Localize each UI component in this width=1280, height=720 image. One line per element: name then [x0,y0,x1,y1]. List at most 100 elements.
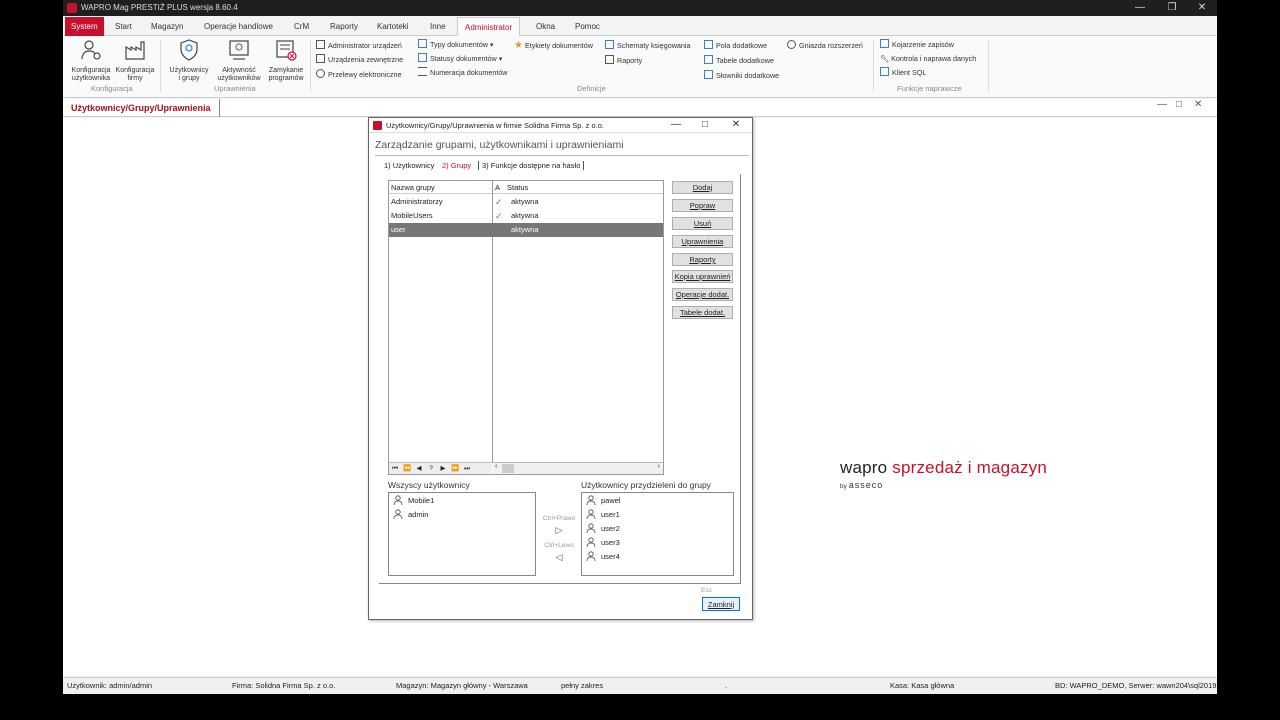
schematy-ksiegowania-button[interactable]: Schematy księgowania [605,40,691,52]
administrator-urzadzen-button[interactable]: Administrator urządzeń [316,40,402,52]
slowniki-dodatkowe-button[interactable]: Słowniki dodatkowe [704,70,779,82]
etykiety-dokumentow-button[interactable]: ★ Etykiety dokumentów [514,40,593,52]
przelewy-elektroniczne-button[interactable]: Przelewy elektroniczne [316,69,402,81]
last-record-icon[interactable]: ⏭ [461,463,473,474]
divider [375,155,749,156]
horizontal-scrollbar[interactable]: ‹ › [493,462,663,474]
numeracja-dokumentow-button[interactable]: Numeracja dokumentów [418,67,508,79]
tabele-dodat-button[interactable]: Tabele dodat. [672,306,733,319]
menu-operacje-handlowe[interactable]: Operacje handlowe [204,17,273,36]
doc-tab-uzytkownicy-grupy-uprawnienia[interactable]: Użytkownicy/Grupy/Uprawnienia [63,99,220,117]
dictionary-icon [704,70,713,79]
inner-restore-icon[interactable]: □ [1176,99,1182,110]
move-left-arrow-icon[interactable]: ◁ [539,552,579,563]
menu-administrator[interactable]: Administrator [457,17,521,37]
group-name: user [391,225,406,234]
raporty-definicje-button[interactable]: Raporty [605,55,642,67]
prev-record-icon[interactable]: ◀ [413,463,425,474]
group-definicje: Definicje [577,84,606,93]
label-line2: użytkowników [217,75,261,82]
list-item[interactable]: admin [393,508,428,521]
dialog-maximize-button[interactable]: □ [691,118,719,133]
menu-okna[interactable]: Okna [536,17,555,36]
table-row[interactable]: MobileUsers ✓ aktywna [389,209,663,223]
popraw-button[interactable]: Popraw [672,199,733,212]
prev-page-icon[interactable]: ⏪ [401,463,413,474]
wrench-icon: 🔧︎ [880,54,890,63]
tabele-dodatkowe-button[interactable]: Tabele dodatkowe [704,55,774,67]
table-row-selected[interactable]: user aktywna [389,223,663,237]
restore-button[interactable]: ❐ [1157,0,1187,16]
menu-magazyn[interactable]: Magazyn [151,17,183,36]
checkmark-icon: ✓ [495,197,503,207]
scroll-thumb[interactable] [502,464,514,473]
urzadzenia-zewnetrzne-button[interactable]: Urządzenia zewnętrzne [316,54,403,66]
scroll-right-icon[interactable]: › [658,463,660,470]
tab-grupy[interactable]: 2) Grupy [442,161,471,170]
tab-funkcje-na-haslo[interactable]: 3) Funkcje dostępne na hasło [478,161,585,170]
inner-close-icon[interactable]: ✕ [1194,99,1202,110]
user-icon [586,537,596,547]
pola-dodatkowe-button[interactable]: Pola dodatkowe [704,40,767,52]
first-record-icon[interactable]: ⏮ [389,463,401,474]
kontrola-i-naprawa-danych-button[interactable]: 🔧︎ Kontrola i naprawa danych [880,53,976,65]
dodaj-button[interactable]: Dodaj [672,181,733,194]
kojarzenie-zapisow-button[interactable]: Kojarzenie zapisów [880,39,954,51]
assigned-users-list[interactable]: pawel user1 user2 user3 user4 [581,492,734,576]
statusy-dokumentow-button[interactable]: Statusy dokumentów ▾ [418,53,502,65]
next-record-icon[interactable]: ▶ [437,463,449,474]
minimize-button[interactable]: — [1125,0,1155,16]
konfiguracja-firmy-button[interactable]: Konfiguracja firmy [113,38,157,83]
next-page-icon[interactable]: ⏩ [449,463,461,474]
users-activity-icon [229,40,249,60]
inner-minimize-icon[interactable]: — [1157,99,1167,110]
list-item[interactable]: Mobile1 [393,494,434,507]
operacje-dodat-button[interactable]: Operacje dodat. [672,288,733,301]
report-icon [605,55,614,64]
tab-uzytkownicy[interactable]: 1) Użytkownicy [384,161,434,170]
zamknij-button[interactable]: Zamknij [702,597,740,611]
menu-inne[interactable]: Inne [430,17,446,36]
uzytkownicy-i-grupy-button[interactable]: Użytkownicy i grupy [164,38,214,83]
dialog-close-icon[interactable]: ✕ [722,118,750,133]
groups-grid[interactable]: Nazwa grupy A Status Administratorzy ✓ a… [388,180,664,475]
dialog-minimize-button[interactable]: — [662,118,690,133]
list-item[interactable]: pawel [586,494,621,507]
ribbon: Konfiguracja użytkownika Konfiguracja fi… [63,36,1217,98]
assigned-users-label: Użytkownicy przydzieleni do grupy [581,480,711,490]
klient-sql-button[interactable]: Klient SQL [880,67,926,79]
typy-dokumentow-button[interactable]: Typy dokumentów ▾ [418,39,494,51]
label-line1: Konfiguracja [115,67,155,74]
column-header-nazwa-grupy[interactable]: Nazwa grupy [389,181,492,194]
dialog-title: Użytkownicy/Grupy/Uprawnienia w firmie S… [386,121,604,130]
column-header-status[interactable]: Status [505,181,663,194]
table-row[interactable]: Administratorzy ✓ aktywna [389,195,663,209]
raporty-button[interactable]: Raporty [672,253,733,266]
list-item[interactable]: user4 [586,550,620,563]
close-window-button[interactable]: ✕ [1187,0,1217,16]
uprawnienia-button[interactable]: Uprawnienia [672,235,733,248]
menu-pomoc[interactable]: Pomoc [575,17,600,36]
dialog-title-bar: Użytkownicy/Grupy/Uprawnienia w firmie S… [369,118,752,133]
all-users-list[interactable]: Mobile1 admin [388,492,536,576]
move-right-arrow-icon[interactable]: ▷ [539,525,579,536]
transfer-icon [316,69,325,78]
search-record-icon[interactable]: ? [425,463,437,474]
aktywnosc-uzytkownikow-button[interactable]: Aktywność użytkowników [213,38,265,83]
scroll-left-icon[interactable]: ‹ [495,463,497,470]
logo-brand: wapro [840,458,888,477]
list-item[interactable]: user1 [586,508,620,521]
list-item[interactable]: user2 [586,522,620,535]
list-item[interactable]: user3 [586,536,620,549]
menu-kartoteki[interactable]: Kartoteki [377,17,409,36]
zamykanie-programow-button[interactable]: Zamykanie programów [264,38,308,83]
kopia-uprawnien-button[interactable]: Kopia uprawnień [672,270,733,283]
gniazda-rozszerzen-button[interactable]: Gniazda rozszerzeń [787,40,863,52]
users-groups-dialog: Użytkownicy/Grupy/Uprawnienia w firmie S… [368,117,753,620]
menu-system[interactable]: System [65,17,104,36]
konfiguracja-uzytkownika-button[interactable]: Konfiguracja użytkownika [68,38,114,83]
menu-raporty[interactable]: Raporty [330,17,358,36]
usun-button[interactable]: Usuń [672,217,733,230]
menu-crm[interactable]: CrM [294,17,309,36]
menu-start[interactable]: Start [115,17,132,36]
